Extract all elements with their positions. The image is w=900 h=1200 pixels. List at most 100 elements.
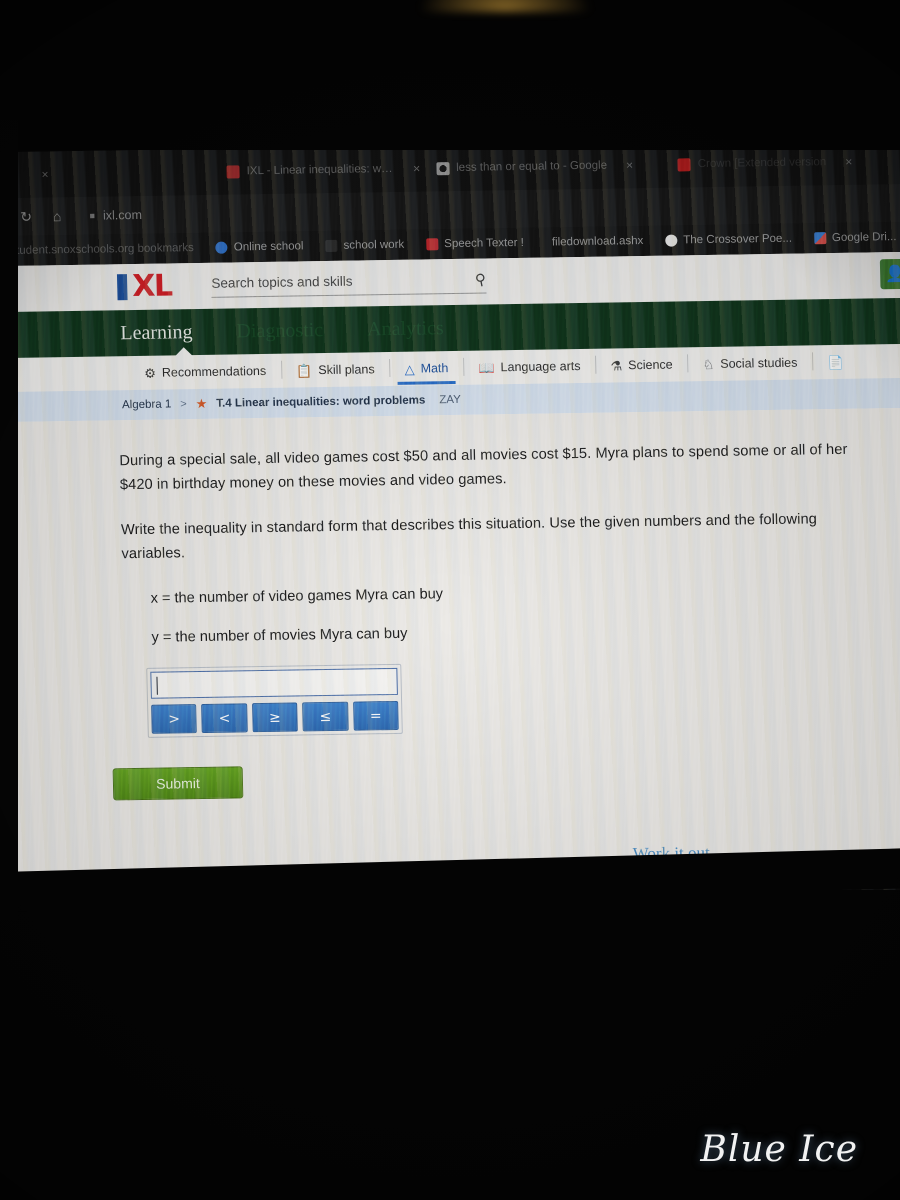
tab-close-icon[interactable]: × xyxy=(626,158,633,172)
tab-close-icon[interactable]: × xyxy=(845,155,852,169)
ixl-page: XL Search topics and skills ⚲ 👤 Learning… xyxy=(0,251,900,893)
star-icon[interactable]: ★ xyxy=(196,396,208,412)
nav-diagnostic[interactable]: Diagnostic xyxy=(236,319,323,343)
browser-chrome: × IXL - Linear inequalities: word × less… xyxy=(0,137,900,267)
bookmark-item[interactable]: filedownload.ashx xyxy=(546,235,644,249)
tab-label: Social studies xyxy=(720,355,798,371)
chevron-right-icon: > xyxy=(180,398,187,411)
browser-tab[interactable]: × xyxy=(0,155,217,193)
tab-social-studies[interactable]: ♘ Social studies xyxy=(687,345,813,381)
tab-label: Science xyxy=(627,357,673,373)
variable-definition-x: x = the number of video games Myra can b… xyxy=(150,585,444,607)
photographed-screen: × IXL - Linear inequalities: word × less… xyxy=(0,0,900,1200)
search-icon[interactable]: ⚲ xyxy=(474,269,488,289)
user-avatar-icon[interactable]: 👤 xyxy=(879,258,900,290)
variable-definition-y: y = the number of movies Myra can buy xyxy=(151,626,408,647)
text-caret xyxy=(156,677,158,696)
symbol-button-equal[interactable]: = xyxy=(352,701,399,731)
bookmark-label: school work xyxy=(343,238,405,252)
folder-icon xyxy=(0,245,5,258)
recommendations-icon: ⚙ xyxy=(144,365,157,381)
tab-science[interactable]: ⚗ Science xyxy=(595,347,688,382)
question-paragraph-1: During a special sale, all video games c… xyxy=(119,441,848,493)
bookmark-item[interactable]: school work xyxy=(325,238,405,253)
site-info-icon: ■ xyxy=(89,210,96,221)
ixl-logo-text: XL xyxy=(131,268,172,305)
bookmark-item[interactable]: Google Dri... xyxy=(813,231,897,245)
bookmark-label: filedownload.ashx xyxy=(551,235,644,249)
breadcrumb-user: ZAY xyxy=(439,393,461,407)
browser-tab-ixl[interactable]: IXL - Linear inequalities: word × xyxy=(216,151,426,188)
symbol-button-less-equal[interactable]: ≤ xyxy=(302,702,349,732)
math-icon: △ xyxy=(404,361,415,377)
book-icon: 📖 xyxy=(478,359,495,376)
tab-label: Language arts xyxy=(500,359,581,375)
search-input[interactable]: Search topics and skills ⚲ xyxy=(211,269,488,298)
youtube-favicon-icon xyxy=(677,157,691,171)
tab-overflow[interactable]: 📄 xyxy=(812,345,865,380)
tab-label: Recommendations xyxy=(161,363,267,380)
answer-panel: > < ≥ ≤ = xyxy=(146,664,403,739)
bookmark-label: Speech Texter ! xyxy=(444,236,525,251)
globe-tree-icon: ♘ xyxy=(702,356,715,372)
tab-title: Crown [Extended version xyxy=(697,156,827,171)
watermark-blue-ice: Blue Ice xyxy=(700,1129,858,1170)
globe-icon xyxy=(665,234,678,247)
tab-language-arts[interactable]: 📖 Language arts xyxy=(463,349,596,385)
partial-icon: 📄 xyxy=(827,354,844,370)
address-bar-url: ixl.com xyxy=(102,207,143,223)
browser-tab-video[interactable]: Crown [Extended version × xyxy=(667,144,900,182)
ambient-light-glow xyxy=(420,0,590,12)
tab-title: less than or equal to - Google xyxy=(456,159,608,174)
symbol-button-greater-equal[interactable]: ≥ xyxy=(251,702,299,733)
bookmark-label: The Crossover Poe... xyxy=(683,232,793,247)
tab-title: IXL - Linear inequalities: word xyxy=(246,162,395,178)
blue-circle-icon xyxy=(215,241,228,254)
reload-icon[interactable]: ↻ xyxy=(17,208,34,225)
address-bar[interactable]: ■ ixl.com xyxy=(89,208,142,223)
tab-recommendations[interactable]: ⚙ Recommendations xyxy=(129,354,282,390)
answer-input[interactable] xyxy=(150,668,398,700)
bookmark-label: Online school xyxy=(233,240,304,254)
drive-icon xyxy=(813,232,827,245)
dark-room-bottom xyxy=(0,890,900,1200)
red-app-icon xyxy=(426,238,439,251)
tab-label: Skill plans xyxy=(318,362,375,378)
search-placeholder: Search topics and skills xyxy=(211,273,353,291)
tab-close-icon[interactable]: × xyxy=(413,162,420,176)
monitor-screen: × IXL - Linear inequalities: word × less… xyxy=(0,137,900,923)
question-area: During a special sale, all video games c… xyxy=(0,407,900,893)
bookmark-item[interactable]: Speech Texter ! xyxy=(426,237,524,251)
ixl-logo[interactable]: XL xyxy=(116,268,172,305)
active-tab-underline xyxy=(397,380,456,385)
bookmark-label: Google Dri... xyxy=(831,231,897,245)
logo-bar-icon xyxy=(116,274,128,301)
tab-skill-plans[interactable]: 📋 Skill plans xyxy=(281,352,390,388)
bookmark-label: student.snoxschools.org bookmarks xyxy=(10,242,194,257)
home-icon[interactable]: ⌂ xyxy=(48,208,65,225)
symbol-button-greater[interactable]: > xyxy=(151,704,198,735)
tab-math[interactable]: △ Math xyxy=(389,351,464,386)
bookmark-item[interactable]: student.snoxschools.org bookmarks xyxy=(0,242,194,258)
nav-analytics[interactable]: Analytics xyxy=(367,317,444,341)
submit-button[interactable]: Submit xyxy=(112,766,244,801)
bookmark-item[interactable]: The Crossover Poe... xyxy=(665,233,792,247)
symbol-keypad: > < ≥ ≤ = xyxy=(151,701,399,735)
tab-label: Math xyxy=(420,361,449,376)
blank-favicon-icon xyxy=(2,168,16,182)
tab-close-icon[interactable]: × xyxy=(41,167,48,181)
nav-learning[interactable]: Learning xyxy=(120,321,193,345)
bookmark-item[interactable]: Online school xyxy=(215,240,304,254)
breadcrumb-skill: T.4 Linear inequalities: word problems xyxy=(216,394,426,410)
symbol-button-less[interactable]: < xyxy=(201,703,248,734)
browser-tab-google[interactable]: less than or equal to - Google × xyxy=(426,148,668,186)
page-icon xyxy=(325,239,338,253)
work-it-out-link[interactable]: Work it out xyxy=(633,843,710,864)
question-paragraph-2: Write the inequality in standard form th… xyxy=(120,511,818,563)
dark-room-top xyxy=(0,0,900,150)
breadcrumb-course[interactable]: Algebra 1 xyxy=(122,398,172,411)
flask-icon: ⚗ xyxy=(610,357,623,374)
ixl-favicon-icon xyxy=(226,164,240,179)
skill-plans-icon: 📋 xyxy=(295,362,313,378)
google-favicon-icon xyxy=(436,161,450,175)
